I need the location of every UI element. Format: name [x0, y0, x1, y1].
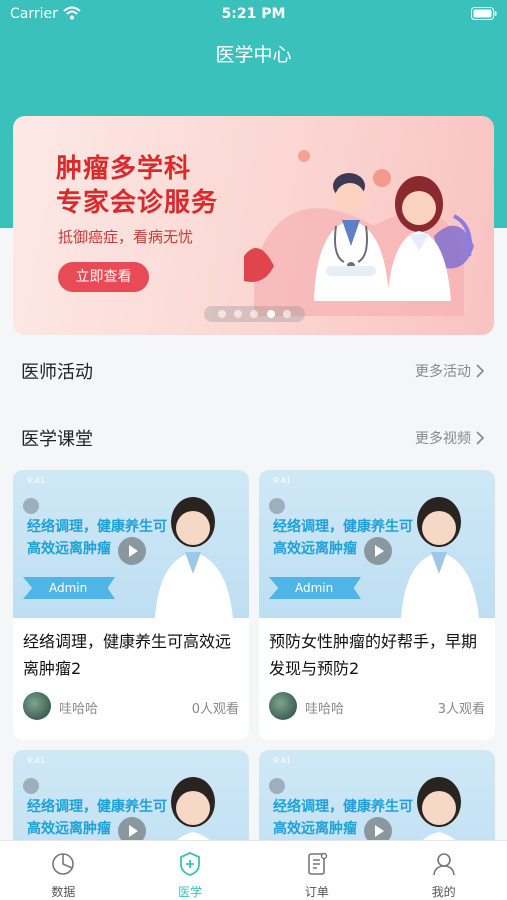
author-avatar: [23, 692, 51, 720]
banner-dot: [218, 310, 227, 318]
battery-icon: [471, 7, 497, 20]
pie-chart-icon: [52, 853, 75, 875]
more-activities-link[interactable]: 更多活动: [415, 361, 485, 381]
tab-label: 数据: [51, 885, 76, 899]
video-thumbnail[interactable]: 9:41 经络调理，健康养生可高效远离肿瘤 Admin: [259, 470, 495, 618]
banner-title-line1: 肿瘤多学科: [56, 154, 192, 184]
page-title: 医学中心: [215, 44, 292, 66]
banner-title: 肿瘤多学科 专家会诊服务: [56, 152, 218, 220]
thumbnail-status-time: 9:41: [27, 756, 45, 765]
doctor-portrait: [155, 497, 233, 618]
video-thumbnail[interactable]: 9:41 经络调理，健康养生可高效远离肿瘤: [13, 750, 249, 850]
banner-subtitle: 抵御癌症，看病无忧: [58, 228, 194, 246]
back-arrow-icon: [23, 778, 39, 794]
author-name: 哇哈哈: [305, 702, 345, 717]
tab-medical[interactable]: 医学: [127, 841, 254, 900]
doctor-portrait: [168, 777, 219, 850]
view-count: 3人观看: [437, 702, 485, 717]
bottom-tab-bar: 数据 医学 订单 我的: [0, 840, 507, 900]
back-arrow-icon: [269, 778, 285, 794]
thumbnail-status-time: 9:41: [273, 476, 291, 485]
video-title[interactable]: 经络调理，健康养生可高效远离肿瘤2: [23, 628, 241, 682]
classroom-section-title: 医学课堂: [21, 429, 93, 450]
person-icon: [432, 853, 455, 876]
doctor-portrait: [401, 497, 479, 618]
video-card[interactable]: 9:41 经络调理，健康养生可高效远离肿瘤 Admin 经络调理，健康养生可高效…: [13, 470, 249, 740]
banner-dot: [234, 310, 243, 318]
order-list-icon: [308, 852, 328, 875]
chevron-right-icon: [476, 364, 485, 378]
promo-banner[interactable]: 肿瘤多学科 专家会诊服务 抵御癌症，看病无忧 立即查看: [13, 116, 494, 335]
tab-data[interactable]: 数据: [0, 841, 127, 900]
author-avatar: [269, 692, 297, 720]
play-icon[interactable]: [117, 536, 147, 566]
admin-badge: Admin: [269, 577, 361, 599]
admin-badge: Admin: [23, 577, 115, 599]
author-name: 哇哈哈: [59, 702, 99, 717]
view-now-button[interactable]: 立即查看: [58, 262, 149, 292]
video-card[interactable]: 9:41 经络调理，健康养生可高效远离肿瘤: [259, 750, 495, 850]
tab-label: 医学: [178, 885, 203, 899]
video-card[interactable]: 9:41 经络调理，健康养生可高效远离肿瘤: [13, 750, 249, 850]
banner-dot-active: [266, 310, 275, 318]
video-title[interactable]: 预防女性肿瘤的好帮手，早期发现与预防2: [269, 628, 487, 682]
video-thumbnail[interactable]: 9:41 经络调理，健康养生可高效远离肿瘤: [259, 750, 495, 850]
video-thumbnail[interactable]: 9:41 经络调理，健康养生可高效远离肿瘤 Admin: [13, 470, 249, 618]
tab-label: 订单: [304, 885, 329, 899]
banner-title-line2: 专家会诊服务: [56, 188, 219, 218]
doctors-illustration: [244, 150, 474, 316]
tab-label: 我的: [431, 885, 456, 899]
more-videos-label: 更多视频: [415, 431, 471, 447]
doctor-portrait: [414, 777, 465, 850]
status-bar: Carrier 5:21 PM: [0, 0, 507, 28]
status-time: 5:21 PM: [221, 6, 286, 22]
view-count: 0人观看: [191, 702, 239, 717]
shield-cross-icon: [180, 852, 201, 876]
activities-section-title: 医师活动: [21, 362, 93, 383]
play-icon[interactable]: [363, 536, 393, 566]
chevron-right-icon: [476, 431, 485, 445]
banner-page-indicator[interactable]: [204, 306, 305, 322]
more-videos-link[interactable]: 更多视频: [415, 428, 485, 448]
banner-dot: [282, 310, 291, 318]
thumbnail-status-time: 9:41: [27, 476, 45, 485]
back-arrow-icon: [269, 498, 285, 514]
tab-profile[interactable]: 我的: [380, 841, 507, 900]
banner-dot: [250, 310, 259, 318]
video-card[interactable]: 9:41 经络调理，健康养生可高效远离肿瘤 Admin 预防女性肿瘤的好帮手，早…: [259, 470, 495, 740]
more-activities-label: 更多活动: [415, 364, 471, 380]
thumbnail-status-time: 9:41: [273, 756, 291, 765]
back-arrow-icon: [23, 498, 39, 514]
tab-orders[interactable]: 订单: [254, 841, 381, 900]
